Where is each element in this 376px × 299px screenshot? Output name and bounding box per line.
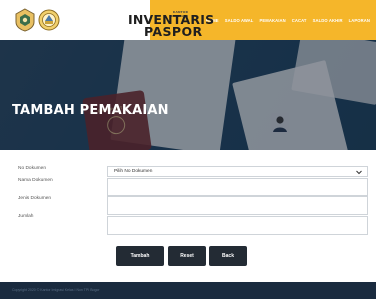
nav-pemakaian[interactable]: PEMAKAIAN	[259, 18, 285, 23]
immigration-logo-icon	[38, 9, 60, 31]
hero-overlay	[0, 40, 376, 150]
jenis-dokumen-label: Jenis Dokumen	[18, 196, 52, 201]
no-dokumen-select[interactable]: Pilih No Dokumen	[107, 166, 368, 177]
jenis-dokumen-input[interactable]	[107, 196, 368, 215]
nav-saldo-awal[interactable]: SALDO AWAL	[225, 18, 254, 23]
footer-copyright: Copyright 2020 © Kantor Imigrasi Kelas I…	[12, 288, 100, 292]
reset-button[interactable]: Reset	[168, 246, 206, 266]
nama-dokumen-label: Nama Dokumen	[18, 178, 53, 183]
nav-saldo-akhir[interactable]: SALDO AKHIR	[313, 18, 343, 23]
usage-form: No Dokumen Nama Dokumen Jenis Dokumen Ju…	[0, 150, 376, 270]
page-footer: Copyright 2020 © Kantor Imigrasi Kelas I…	[0, 282, 376, 299]
no-dokumen-label: No Dokumen	[18, 166, 46, 171]
nama-dokumen-input[interactable]	[107, 178, 368, 196]
nav-laporan[interactable]: LAPORAN	[349, 18, 370, 23]
brand[interactable]: KANTOR IMIGRASI INVENTARIS PASPOR	[0, 0, 214, 40]
nav-cacat[interactable]: CACAT	[292, 18, 307, 23]
back-button[interactable]: Back	[209, 246, 247, 266]
app-header: KANTOR IMIGRASI INVENTARIS PASPOR HOME S…	[0, 0, 376, 40]
hero-banner: PASSPORT TAMBAH PEMAKAIAN	[0, 40, 376, 150]
emblem-logo-icon	[15, 8, 35, 32]
jumlah-input[interactable]	[107, 216, 368, 235]
form-actions: Tambah Reset Back	[0, 246, 376, 268]
brand-line-2: PASPOR	[144, 24, 203, 39]
page-title: TAMBAH PEMAKAIAN	[12, 103, 169, 118]
tambah-button[interactable]: Tambah	[116, 246, 164, 266]
jumlah-label: Jumlah	[18, 214, 34, 219]
chevron-down-icon	[356, 170, 362, 175]
no-dokumen-selected: Pilih No Dokumen	[114, 169, 153, 174]
